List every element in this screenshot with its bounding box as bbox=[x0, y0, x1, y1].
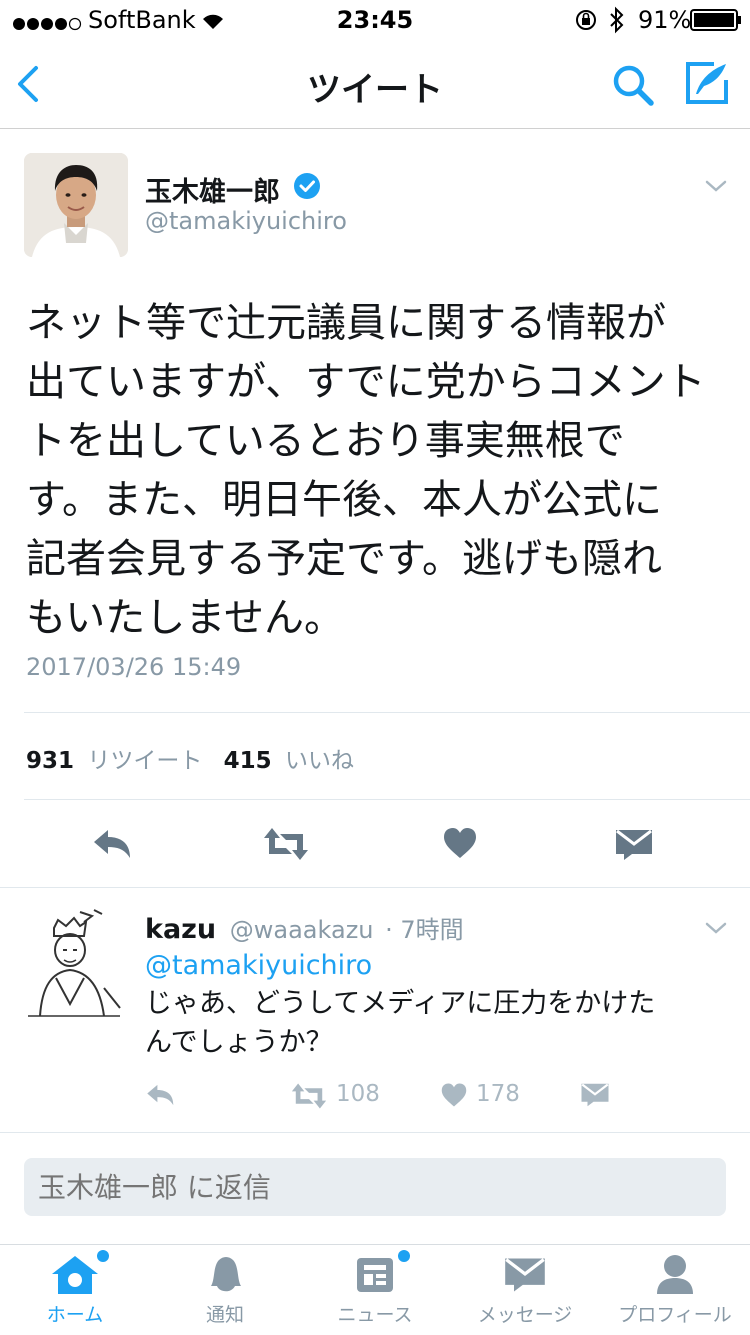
battery-icon bbox=[690, 9, 744, 37]
divider bbox=[24, 799, 750, 800]
divider bbox=[24, 712, 750, 713]
section-divider bbox=[0, 887, 750, 888]
news-icon bbox=[355, 1256, 395, 1298]
tab-notifications-label: 通知 bbox=[205, 1304, 244, 1326]
profile-icon bbox=[655, 1252, 695, 1300]
tab-news-label: ニュース bbox=[337, 1304, 413, 1326]
reply-time: · 7時間 bbox=[385, 916, 464, 944]
tweet-text-line: ネット等で辻元議員に関する情報が bbox=[26, 300, 666, 346]
tab-news[interactable]: ニュース bbox=[300, 1246, 450, 1334]
tweet-text-line: もいたしません。 bbox=[26, 595, 344, 641]
reply-icon[interactable] bbox=[92, 826, 134, 866]
reply-text-line: んでしょうか？ bbox=[145, 1027, 333, 1058]
reply-direct-message-icon[interactable] bbox=[580, 1082, 610, 1112]
direct-message-icon[interactable] bbox=[614, 828, 654, 866]
home-notification-dot bbox=[97, 1250, 109, 1262]
nav-bar: ツイート bbox=[0, 40, 750, 129]
search-icon[interactable] bbox=[610, 62, 656, 112]
reply-text: じゃあ、どうしてメディアに圧力をかけた んでしょうか？ bbox=[145, 984, 735, 1062]
compose-icon[interactable] bbox=[684, 60, 730, 110]
tab-notifications[interactable]: 通知 bbox=[150, 1246, 300, 1334]
reply-reply-icon[interactable] bbox=[145, 1082, 177, 1112]
reply-input[interactable] bbox=[24, 1158, 726, 1216]
home-icon bbox=[50, 1254, 100, 1300]
author-name[interactable]: 玉木雄一郎 bbox=[145, 170, 280, 209]
tab-home-label: ホーム bbox=[46, 1304, 104, 1326]
like-count[interactable]: 415 bbox=[224, 748, 272, 774]
reply-box-area bbox=[0, 1140, 750, 1244]
tab-profile[interactable]: プロフィール bbox=[600, 1246, 750, 1334]
tweet-text-line: す。また、明日午後、本人が公式に bbox=[26, 477, 662, 523]
author-handle[interactable]: @tamakiyuichiro bbox=[145, 207, 347, 235]
avatar[interactable] bbox=[24, 153, 128, 257]
reply-author-name[interactable]: kazu bbox=[145, 914, 216, 945]
tab-home[interactable]: ホーム bbox=[0, 1246, 150, 1334]
tweet-stats: 931 リツイート 415 いいね bbox=[26, 741, 354, 775]
bluetooth-icon bbox=[608, 6, 626, 40]
mail-icon bbox=[503, 1256, 547, 1298]
tweet-text-line: 出ていますが、すでに党からコメント bbox=[26, 359, 706, 405]
tweet-timestamp: 2017/03/26 15:49 bbox=[26, 653, 242, 681]
like-label[interactable]: いいね bbox=[285, 748, 354, 774]
bell-icon bbox=[205, 1252, 245, 1300]
tab-messages[interactable]: メッセージ bbox=[450, 1246, 600, 1334]
reply-avatar[interactable] bbox=[20, 908, 128, 1020]
retweet-label[interactable]: リツイート bbox=[87, 748, 202, 774]
reply-like-count: 178 bbox=[476, 1081, 520, 1107]
retweet-count[interactable]: 931 bbox=[26, 748, 74, 774]
retweet-icon[interactable] bbox=[262, 826, 310, 866]
rotation-lock-icon bbox=[574, 8, 598, 38]
verified-badge-icon bbox=[292, 171, 322, 205]
like-icon[interactable] bbox=[442, 826, 478, 864]
reply-retweet-count: 108 bbox=[336, 1081, 380, 1107]
reply-retweet-icon[interactable] bbox=[290, 1082, 328, 1114]
reply-header: kazu @waaakazu · 7時間 bbox=[145, 910, 464, 945]
tab-profile-label: プロフィール bbox=[618, 1304, 732, 1326]
tweet-text-line: トを出しているとおり事実無根で bbox=[26, 418, 625, 464]
tab-messages-label: メッセージ bbox=[477, 1304, 573, 1326]
chevron-down-icon[interactable] bbox=[704, 178, 728, 198]
reply-mention-link[interactable]: @tamakiyuichiro bbox=[145, 950, 372, 981]
tweet-text: ネット等で辻元議員に関する情報が 出ていますが、すでに党からコメント トを出して… bbox=[26, 294, 726, 648]
tweet-text-line: 記者会見する予定です。逃げも隠れ bbox=[26, 536, 662, 582]
section-divider bbox=[0, 1132, 750, 1133]
news-notification-dot bbox=[398, 1250, 410, 1262]
battery-label: 91% bbox=[638, 6, 692, 34]
status-bar: SoftBank 23:45 91% bbox=[0, 0, 750, 40]
reply-text-line: じゃあ、どうしてメディアに圧力をかけた bbox=[145, 988, 656, 1019]
reply-like-icon[interactable] bbox=[440, 1082, 468, 1112]
reply-author-handle[interactable]: @waaakazu bbox=[230, 916, 374, 944]
reply-chevron-down-icon[interactable] bbox=[704, 920, 728, 940]
